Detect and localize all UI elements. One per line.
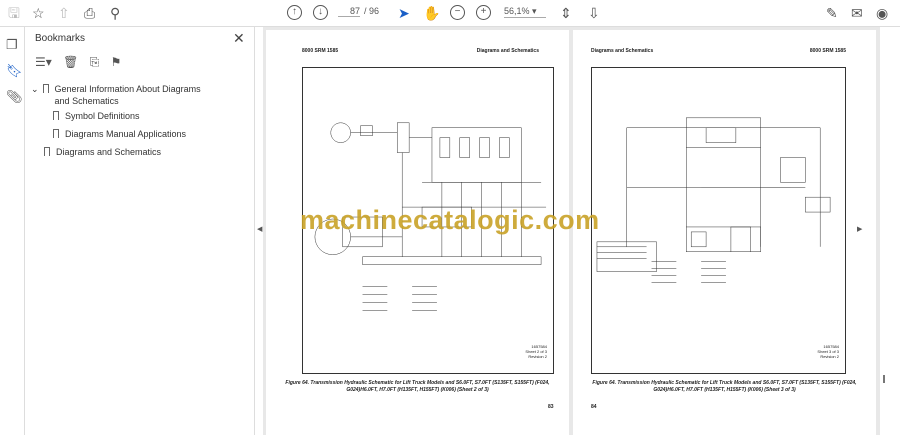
bookmark-icon bbox=[42, 84, 49, 93]
attachments-icon[interactable]: 📎︎ bbox=[6, 89, 23, 105]
bookmark-icon bbox=[53, 111, 59, 120]
vertical-scrollbar[interactable] bbox=[880, 27, 900, 435]
bookmark-label: Symbol Definitions bbox=[65, 111, 140, 121]
close-icon[interactable]: ✕ bbox=[233, 30, 245, 47]
zoom-in-button[interactable]: + bbox=[476, 5, 491, 20]
schematic-diagram: 1657584 Sheet 3 of 3 Revision 2 bbox=[591, 67, 846, 374]
print-icon[interactable]: ⎙ bbox=[84, 4, 95, 22]
page-number: 84 bbox=[591, 404, 597, 410]
page-header-right: Diagrams and Schematics bbox=[476, 48, 539, 54]
sign-icon[interactable]: ✎ bbox=[826, 4, 838, 22]
next-page-button[interactable]: ↓ bbox=[313, 5, 328, 20]
sheet-label: 1657584 Sheet 2 of 3 Revision 2 bbox=[525, 344, 547, 359]
zoom-select[interactable]: 56,1% ▾ bbox=[504, 6, 546, 18]
bookmark-icon bbox=[53, 129, 59, 138]
bookmark-item[interactable]: Diagrams Manual Applications bbox=[53, 128, 186, 140]
page-number: 83 bbox=[548, 404, 554, 410]
email-icon[interactable]: ✉ bbox=[851, 4, 863, 22]
zoom-out-button[interactable]: − bbox=[450, 5, 465, 20]
figure-caption: Figure 64. Transmission Hydraulic Schema… bbox=[592, 380, 857, 393]
page-header-left: Diagrams and Schematics bbox=[591, 48, 654, 54]
select-cursor-icon[interactable]: ➤ bbox=[398, 4, 410, 22]
fit-page-icon[interactable]: ⇕ bbox=[560, 4, 572, 22]
hand-tool-icon[interactable]: ✋ bbox=[423, 4, 440, 22]
add-bookmark-icon[interactable]: ⎘ bbox=[90, 55, 100, 69]
page-number-input[interactable]: 87 bbox=[338, 6, 360, 17]
search-icon[interactable]: ⚲ bbox=[110, 4, 120, 22]
bookmark-tools: ☰▾ 🗑︎ ⎘ ⚑ bbox=[35, 55, 129, 70]
bookmark-item[interactable]: ⌄ General Information About Diagrams and … bbox=[31, 83, 231, 107]
bookmark-star-icon[interactable]: ☆ bbox=[32, 4, 45, 22]
toolbar: 🖫 ☆ ⇧ ⎙ ⚲ ↑ ↓ 87 / 96 ➤ ✋ − + 56,1% ▾ ⇕ … bbox=[0, 0, 900, 27]
panel-title: Bookmarks bbox=[35, 33, 86, 44]
account-icon[interactable]: ◉ bbox=[876, 4, 888, 22]
watermark: machinecatalogic.com bbox=[300, 205, 600, 235]
page-header-left: 8000 SRM 1585 bbox=[302, 48, 339, 54]
scroll-thumb[interactable] bbox=[883, 375, 885, 383]
figure-caption: Figure 64. Transmission Hydraulic Schema… bbox=[285, 380, 550, 393]
upload-cloud-icon[interactable]: ⇧ bbox=[58, 4, 70, 22]
bookmark-item[interactable]: Diagrams and Schematics bbox=[44, 146, 161, 158]
previous-page-button[interactable]: ↑ bbox=[287, 5, 302, 20]
zoom-value: 56,1% bbox=[504, 6, 530, 16]
scroll-mode-icon[interactable]: ⇩ bbox=[588, 4, 600, 22]
page-header-right: 8000 SRM 1585 bbox=[809, 48, 846, 54]
options-menu-icon[interactable]: ☰▾ bbox=[35, 55, 52, 69]
bookmarks-icon[interactable]: 🔖︎ bbox=[6, 63, 23, 79]
bookmark-icon bbox=[44, 147, 50, 156]
page-84: Diagrams and Schematics 8000 SRM 1585 16… bbox=[573, 30, 876, 435]
delete-icon[interactable]: 🗑︎ bbox=[63, 55, 78, 69]
bookmark-label: Diagrams and Schematics bbox=[56, 147, 162, 157]
bookmark-item[interactable]: Symbol Definitions bbox=[53, 110, 140, 122]
page-total: / 96 bbox=[364, 6, 380, 16]
next-page-arrow[interactable]: ▶ bbox=[857, 225, 862, 233]
bookmarks-panel: Bookmarks ✕ ☰▾ 🗑︎ ⎘ ⚑ ⌄ General Informati… bbox=[25, 27, 255, 435]
left-rail: ❐ 🔖︎ 📎︎ bbox=[0, 27, 25, 435]
bookmark-label: Diagrams Manual Applications bbox=[65, 129, 187, 139]
save-icon[interactable]: 🖫 bbox=[8, 4, 20, 22]
chevron-down-icon[interactable]: ⌄ bbox=[31, 84, 39, 94]
page-thumbnails-icon[interactable]: ❐ bbox=[6, 37, 18, 53]
sheet-label: 1657584 Sheet 3 of 3 Revision 2 bbox=[817, 344, 839, 359]
collapse-panel-arrow[interactable]: ◀ bbox=[257, 225, 262, 233]
bookmark-tag-icon[interactable]: ⚑ bbox=[111, 55, 122, 69]
bookmark-label: General Information About Diagrams and S… bbox=[54, 84, 201, 106]
